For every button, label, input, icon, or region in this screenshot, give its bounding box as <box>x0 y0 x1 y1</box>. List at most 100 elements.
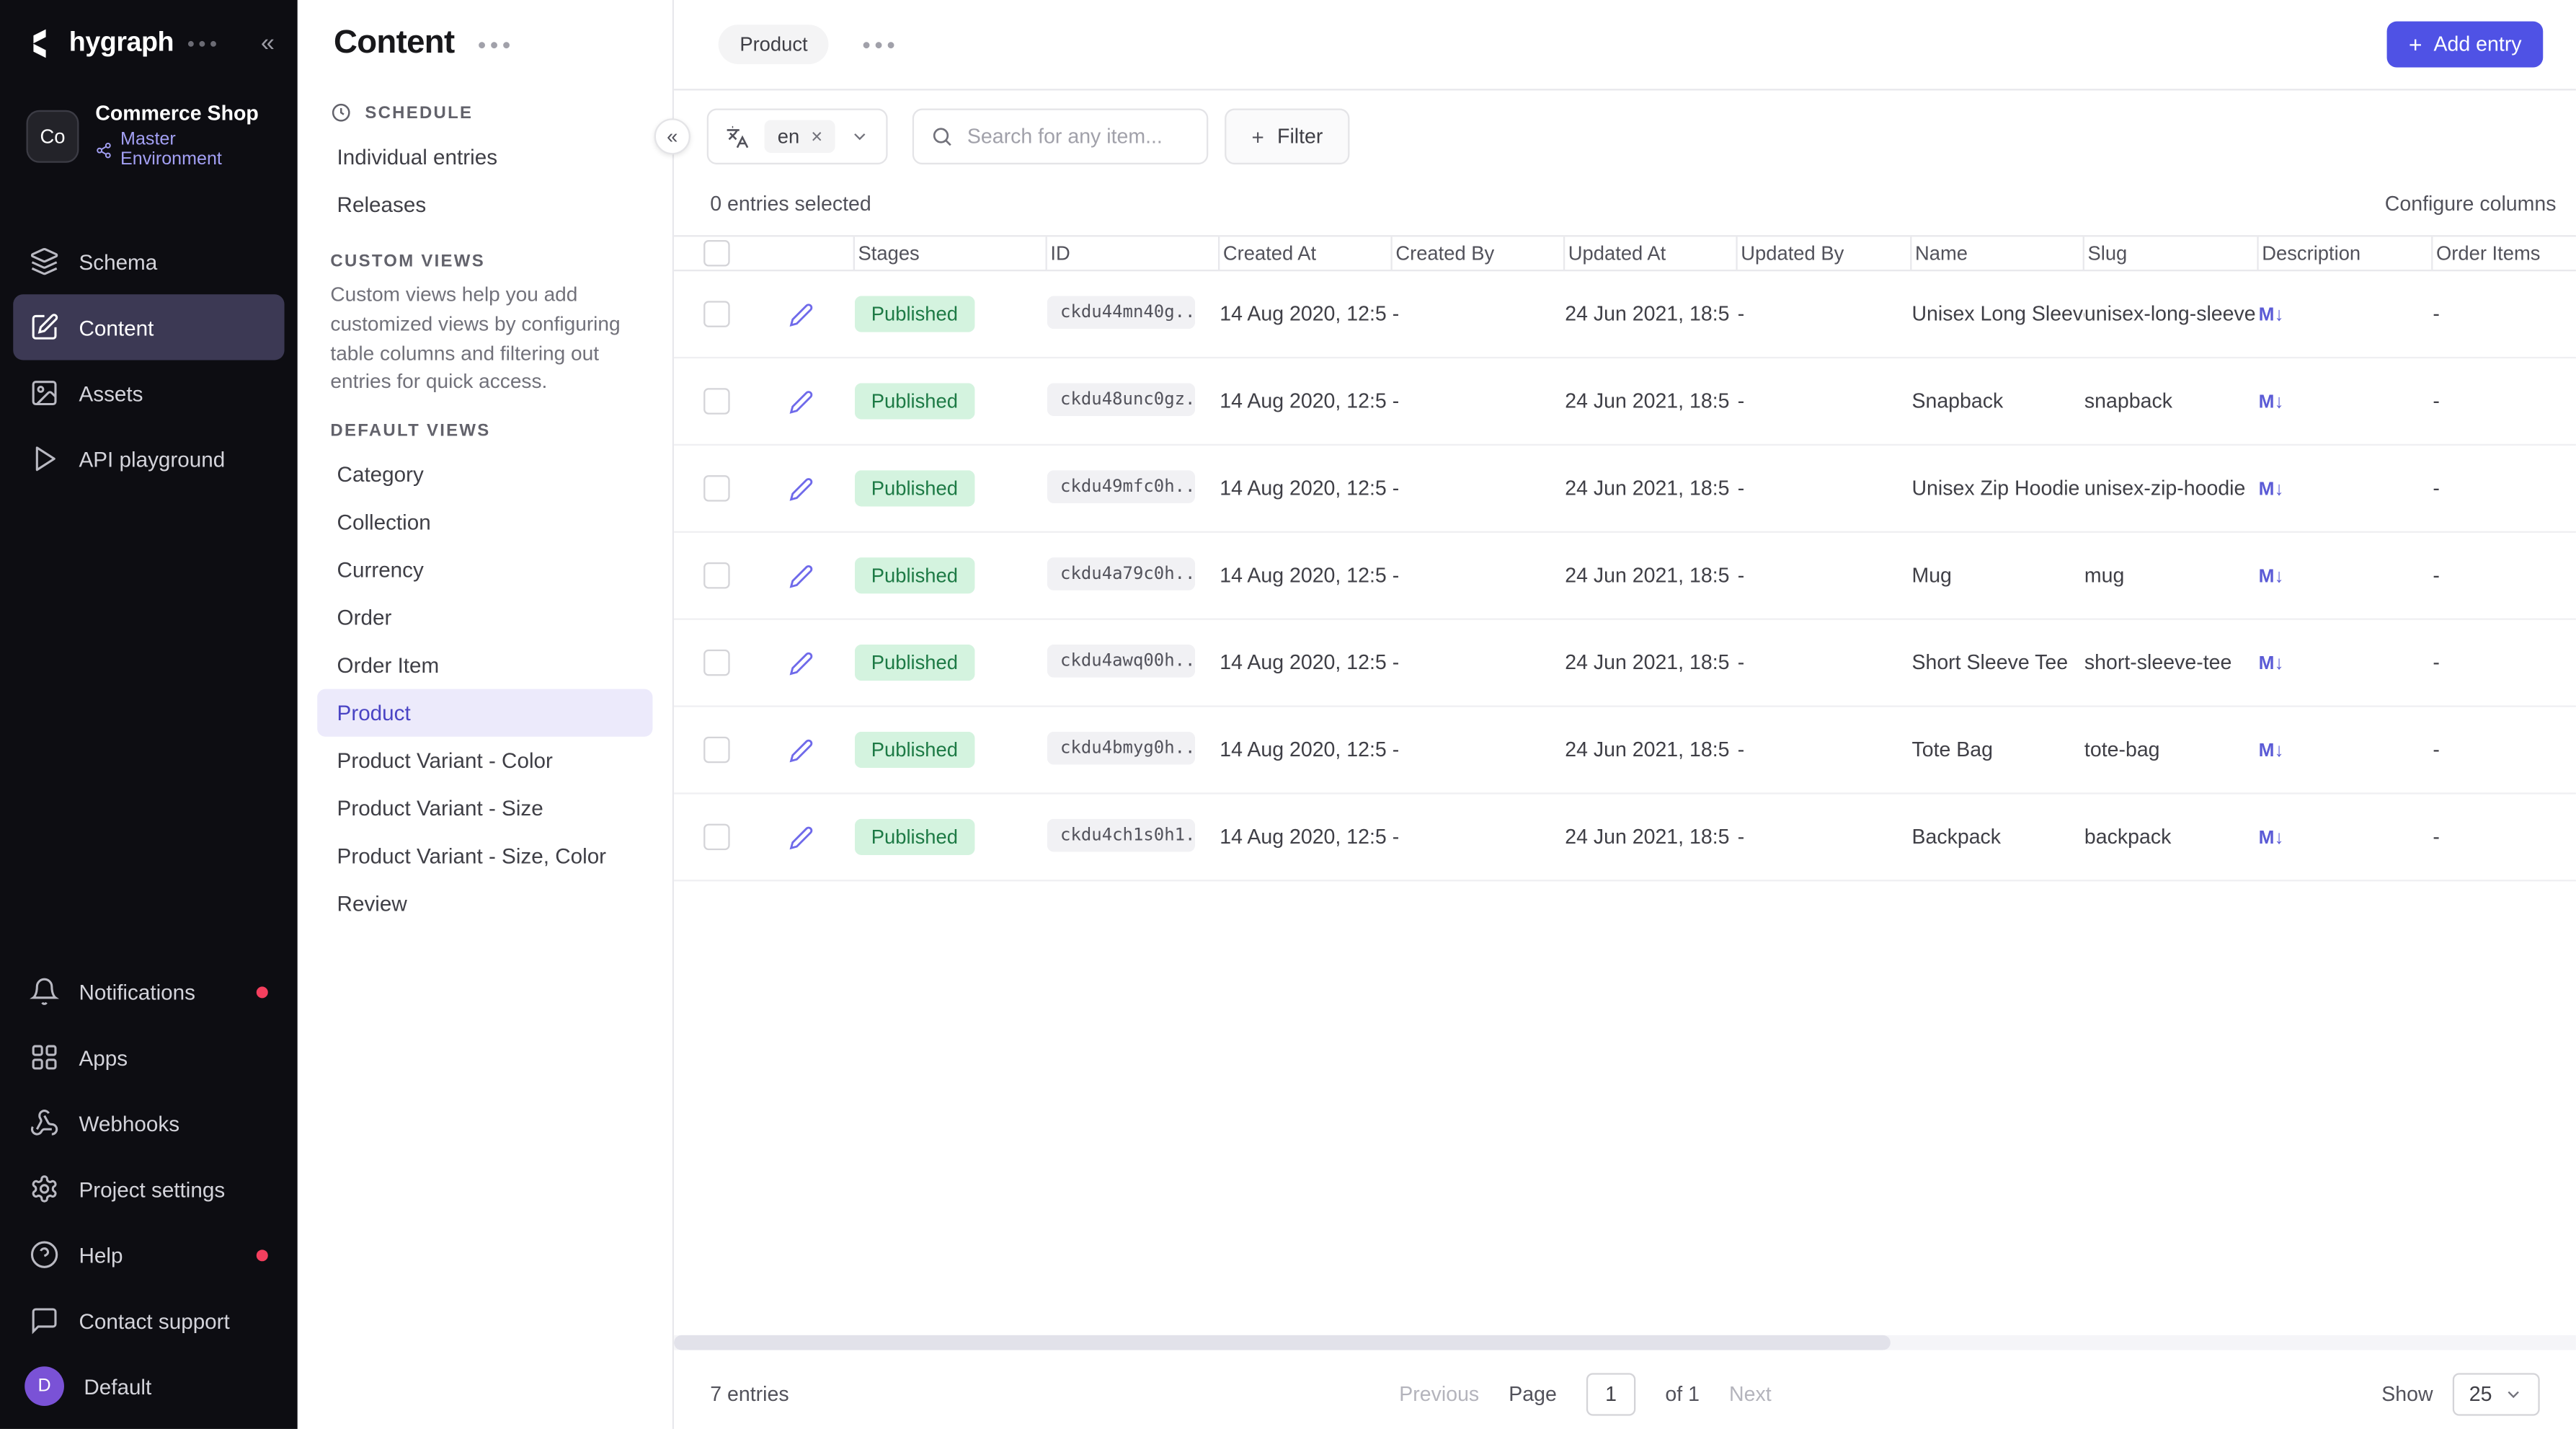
column-header-updated-by[interactable]: Updated By <box>1738 236 1912 270</box>
view-item-review[interactable]: Review <box>317 880 652 928</box>
scrollbar-thumb[interactable] <box>674 1335 1891 1350</box>
slug-cell: backpack <box>2084 826 2259 849</box>
row-checkbox[interactable] <box>703 650 729 676</box>
collapse-sidebar-icon[interactable]: « <box>261 31 275 56</box>
custom-views-description: Custom views help you add customized vie… <box>330 281 639 399</box>
edit-entry-button[interactable] <box>746 476 855 500</box>
project-switcher[interactable]: Co Commerce Shop Master Environment <box>0 79 298 179</box>
edit-entry-button[interactable] <box>746 563 855 588</box>
row-checkbox[interactable] <box>703 824 729 850</box>
id-cell: ckdu4ch1s0h1... <box>1047 818 1220 856</box>
view-item-product-variant-size[interactable]: Product Variant - Size <box>317 785 652 833</box>
table-row[interactable]: Published ckdu4bmyg0h... 14 Aug 2020, 12… <box>674 707 2576 795</box>
edit-entry-button[interactable] <box>746 302 855 327</box>
row-checkbox[interactable] <box>703 301 729 327</box>
sidebar-item-contact-support[interactable]: Contact support <box>13 1288 284 1353</box>
panel-menu-dots[interactable]: ●●● <box>477 35 514 52</box>
edit-entry-button[interactable] <box>746 389 855 413</box>
view-item-currency[interactable]: Currency <box>317 547 652 594</box>
slug-cell: short-sleeve-tee <box>2084 651 2259 674</box>
view-item-product-variant-color[interactable]: Product Variant - Color <box>317 737 652 784</box>
updated-by-cell: - <box>1738 651 1912 674</box>
locale-chip[interactable]: en × <box>765 120 836 153</box>
pencil-icon <box>789 563 813 588</box>
view-item-order-item[interactable]: Order Item <box>317 642 652 689</box>
previous-page-button[interactable]: Previous <box>1399 1383 1479 1406</box>
schedule-item-individual-entries[interactable]: Individual entries <box>330 133 639 181</box>
sidebar-item-user-default[interactable]: D Default <box>13 1353 284 1419</box>
pencil-icon <box>789 650 813 675</box>
nav-label: Notifications <box>79 979 195 1004</box>
entry-id-chip: ckdu4awq00h... <box>1047 644 1195 677</box>
content-views-panel: Content ●●● SCHEDULE Individual entries … <box>298 0 674 1429</box>
next-page-button[interactable]: Next <box>1729 1383 1772 1406</box>
row-checkbox[interactable] <box>703 388 729 414</box>
table-row[interactable]: Published ckdu4ch1s0h1... 14 Aug 2020, 1… <box>674 795 2576 882</box>
sidebar-item-apps[interactable]: Apps <box>13 1025 284 1090</box>
page-size-select[interactable]: 25 <box>2453 1373 2540 1415</box>
add-entry-button[interactable]: + Add entry <box>2387 22 2543 68</box>
row-checkbox-cell <box>674 824 746 850</box>
edit-entry-button[interactable] <box>746 825 855 849</box>
configure-columns-link[interactable]: Configure columns <box>2385 193 2557 216</box>
sidebar-item-notifications[interactable]: Notifications <box>13 959 284 1025</box>
remove-locale-icon[interactable]: × <box>811 127 822 146</box>
created-by-cell: - <box>1393 738 1565 761</box>
view-item-product-variant-size-color[interactable]: Product Variant - Size, Color <box>317 833 652 880</box>
sidebar-item-project-settings[interactable]: Project settings <box>13 1156 284 1221</box>
branch-icon <box>95 141 112 159</box>
edit-entry-button[interactable] <box>746 738 855 762</box>
select-all-checkbox[interactable] <box>703 240 729 266</box>
search-input[interactable] <box>967 125 1191 148</box>
table-row[interactable]: Published ckdu49mfc0h... 14 Aug 2020, 12… <box>674 446 2576 533</box>
sidebar-bottom-nav: Notifications Apps Webhooks Project sett… <box>0 959 298 1429</box>
sidebar-menu-dots[interactable]: ●●● <box>187 36 221 51</box>
table-row[interactable]: Published ckdu4a79c0h... 14 Aug 2020, 12… <box>674 533 2576 620</box>
row-checkbox[interactable] <box>703 475 729 501</box>
environment[interactable]: Master Environment <box>95 130 271 169</box>
page-number-input[interactable] <box>1586 1373 1635 1415</box>
add-entry-label: Add entry <box>2434 33 2522 56</box>
schedule-item-releases[interactable]: Releases <box>330 181 639 229</box>
column-header-slug[interactable]: Slug <box>2084 236 2259 270</box>
status-badge: Published <box>855 470 974 506</box>
markdown-icon: M↓ <box>2259 655 2284 674</box>
model-chip[interactable]: Product <box>719 25 830 64</box>
created-at-cell: 14 Aug 2020, 12:5 <box>1220 564 1392 587</box>
table-row[interactable]: Published ckdu4awq00h... 14 Aug 2020, 12… <box>674 620 2576 707</box>
column-header-description[interactable]: Description <box>2259 236 2433 270</box>
order-items-cell: - <box>2433 303 2575 326</box>
view-item-category[interactable]: Category <box>317 451 652 499</box>
sidebar-item-schema[interactable]: Schema <box>13 229 284 294</box>
help-circle-icon <box>30 1240 59 1270</box>
status-badge: Published <box>855 819 974 855</box>
column-header-order-items[interactable]: Order Items <box>2433 236 2575 270</box>
sidebar-item-webhooks[interactable]: Webhooks <box>13 1090 284 1156</box>
sidebar-item-api-playground[interactable]: API playground <box>13 426 284 492</box>
column-header-id[interactable]: ID <box>1047 236 1220 270</box>
add-filter-button[interactable]: + Filter <box>1225 109 1349 165</box>
model-menu-dots[interactable]: ●●● <box>862 36 899 53</box>
table-row[interactable]: Published ckdu44mn40g... 14 Aug 2020, 12… <box>674 271 2576 358</box>
edit-entry-button[interactable] <box>746 650 855 675</box>
column-header-name[interactable]: Name <box>1911 236 2084 270</box>
row-checkbox[interactable] <box>703 562 729 588</box>
locale-select[interactable]: en × <box>707 109 889 165</box>
view-item-order[interactable]: Order <box>317 594 652 642</box>
collapse-panel-button[interactable]: « <box>654 118 690 154</box>
image-icon <box>30 379 59 408</box>
view-item-collection[interactable]: Collection <box>317 499 652 547</box>
page-of-label: of 1 <box>1665 1383 1700 1406</box>
column-header-created-at[interactable]: Created At <box>1220 236 1392 270</box>
id-cell: ckdu4bmyg0h... <box>1047 731 1220 769</box>
column-header-updated-at[interactable]: Updated At <box>1565 236 1737 270</box>
table-row[interactable]: Published ckdu48unc0gz... 14 Aug 2020, 1… <box>674 358 2576 446</box>
sidebar-item-content[interactable]: Content <box>13 294 284 360</box>
chevron-down-icon[interactable] <box>850 127 870 146</box>
sidebar-item-assets[interactable]: Assets <box>13 360 284 425</box>
sidebar-item-help[interactable]: Help <box>13 1222 284 1288</box>
row-checkbox[interactable] <box>703 737 729 763</box>
column-header-created-by[interactable]: Created By <box>1393 236 1565 270</box>
view-item-product[interactable]: Product <box>317 689 652 737</box>
column-header-stages[interactable]: Stages <box>855 236 1047 270</box>
